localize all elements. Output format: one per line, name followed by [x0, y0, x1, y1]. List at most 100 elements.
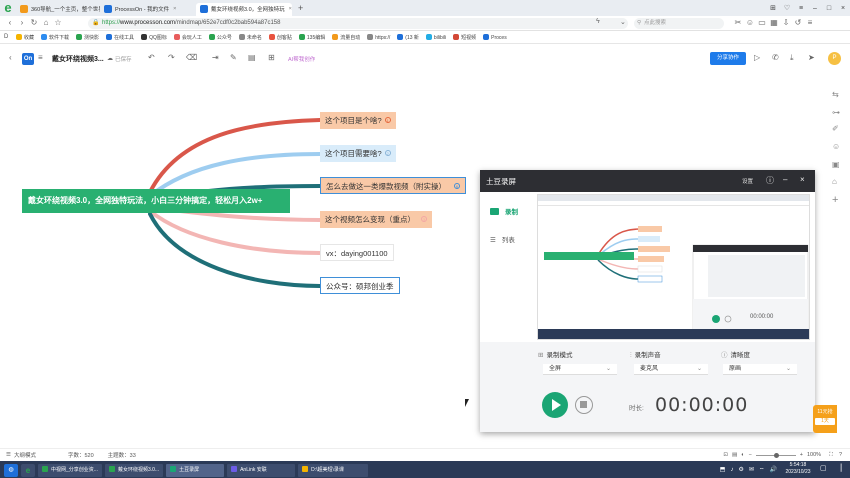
reload-icon[interactable]: ↻ — [28, 18, 40, 27]
bookmark-item[interactable]: 短视频 — [453, 33, 476, 41]
dropdown-chevron-icon[interactable]: ⌄ — [620, 18, 626, 26]
image-insert-icon[interactable]: ▣ — [832, 160, 840, 169]
structure-icon[interactable]: ⊶ — [832, 108, 840, 117]
lightning-icon[interactable]: ϟ — [596, 18, 600, 25]
forward-icon[interactable]: › — [16, 18, 28, 27]
format-painter-icon[interactable]: ⌫ — [186, 53, 197, 62]
add-icon[interactable]: + — [832, 194, 838, 206]
zoom-level[interactable]: 100% — [807, 452, 821, 458]
show-desktop-icon[interactable]: ▕ — [836, 464, 841, 472]
bookmark-item[interactable]: 软件下载 — [41, 33, 69, 41]
recorder-titlebar[interactable]: 土豆录屏 设置 ⓘ – × — [480, 170, 815, 192]
redo-icon[interactable]: ↷ — [168, 53, 175, 62]
processon-logo[interactable]: On — [22, 53, 34, 65]
url-input[interactable]: 🔒 https://www.processon.com/mindmap/652e… — [88, 18, 628, 29]
play-presentation-icon[interactable]: ▷ — [754, 53, 760, 62]
browser-tab-1[interactable]: 360导航_一个主页，整个世界 — [16, 3, 100, 16]
start-menu-icon[interactable]: ◍ — [4, 464, 18, 477]
hamburger-menu-icon[interactable]: ≡ — [38, 53, 43, 62]
back-icon[interactable]: ‹ — [4, 18, 16, 27]
minimize-icon[interactable]: – — [783, 175, 787, 184]
ai-create-button[interactable]: AI帮我创作 — [288, 55, 315, 63]
download-icon[interactable]: ⤓ — [790, 53, 794, 63]
undo-icon[interactable]: ↶ — [148, 53, 155, 62]
fullscreen-icon[interactable]: ⛶ — [829, 452, 833, 459]
extension-icon[interactable]: ✂ — [732, 18, 744, 27]
game-icon[interactable]: ☺ — [744, 18, 756, 27]
help-icon[interactable]: ⓘ — [766, 175, 774, 186]
minimap-icon[interactable]: ▤ — [732, 452, 737, 458]
search-input[interactable]: ⚲ 点此搜索 — [634, 18, 724, 29]
avatar[interactable]: P — [828, 52, 841, 65]
topic-count-badge[interactable]: 6 — [454, 183, 460, 189]
sidebar-toggle-icon[interactable]: D — [4, 34, 12, 40]
browser-taskbar-icon[interactable]: e — [21, 464, 35, 477]
bookmark-item[interactable]: QQ图标 — [141, 33, 167, 41]
taskbar-app-4[interactable]: AnLink 安联 — [227, 464, 296, 477]
tray-icon[interactable]: ⬒ — [720, 466, 726, 473]
bookmark-item[interactable]: 流量自动 — [332, 33, 360, 41]
recorder-tab-record[interactable]: 录制 — [490, 206, 518, 216]
send-icon[interactable]: ➤ — [808, 53, 815, 62]
help-icon[interactable]: ? — [839, 452, 842, 458]
minimize-icon[interactable]: – — [808, 5, 822, 12]
bookmark-item[interactable]: 135编辑 — [298, 33, 325, 41]
topic-count-badge[interactable]: 1 — [384, 117, 391, 123]
root-topic[interactable]: 戴女环绕视频3.0，全网独特玩法，小白三分钟搞定，轻松月入2w+ — [22, 189, 290, 213]
bookmark-item[interactable]: 测快影 — [76, 33, 99, 41]
outline-mode-label[interactable]: 大纲模式 — [14, 451, 36, 459]
notification-icon[interactable]: ▢ — [820, 464, 827, 472]
tray-icon[interactable]: ✉ — [749, 466, 754, 473]
bookmark-item[interactable]: 在线工具 — [106, 33, 134, 41]
document-title[interactable]: 戴女环绕视频3... — [52, 54, 104, 64]
more-icon[interactable]: ≡ — [804, 18, 816, 27]
vpn-icon[interactable]: ⊞ — [766, 4, 780, 12]
topic-count-badge[interactable]: 2 — [384, 150, 391, 156]
record-mode-select[interactable]: 全屏 ⌄ — [543, 364, 617, 375]
branch-topic-5[interactable]: vx：daying001100 — [320, 244, 394, 261]
quality-select[interactable]: 原画 ⌄ — [723, 364, 797, 375]
comment-icon[interactable]: ✆ — [772, 53, 779, 62]
system-clock[interactable]: 5:54:18 2023/10/23 — [780, 462, 816, 476]
close-icon[interactable]: × — [800, 175, 805, 184]
topic-count-badge[interactable]: 3 — [421, 216, 427, 222]
fit-screen-icon[interactable]: ⊡ — [723, 452, 728, 458]
outline-icon[interactable]: ☰ — [6, 452, 11, 458]
taskbar-app-3[interactable]: 土豆录屏 — [166, 464, 225, 477]
icon-library-icon[interactable]: ☺ — [832, 142, 840, 151]
back-arrow-icon[interactable]: ‹ — [9, 53, 12, 62]
branch-topic-1[interactable]: 这个项目是个啥? 1 — [320, 112, 396, 129]
tray-icon[interactable]: ⚙ — [738, 466, 743, 473]
bookmark-item[interactable]: https:// — [367, 33, 390, 41]
bookmark-item[interactable]: 收藏 — [16, 33, 34, 41]
browser-tab-3[interactable]: 戴女环绕视频3.0，全网独特玩 × — [196, 2, 292, 16]
branch-topic-2[interactable]: 这个项目需要啥? 2 — [320, 145, 396, 162]
promo-float-badge[interactable]: 11元抢 1天 — [813, 405, 837, 433]
bookmark-item[interactable]: bilibili — [425, 33, 446, 41]
theme-icon[interactable]: ◐ — [741, 452, 744, 458]
recorder-tab-list[interactable]: ☰ 列表 — [490, 234, 515, 244]
pen-icon[interactable]: ✎ — [230, 53, 237, 62]
bookmark-item[interactable]: 会玩人工 — [173, 33, 202, 41]
bookmark-item[interactable]: 未命名 — [238, 33, 262, 41]
layout-icon[interactable]: ⊞ — [268, 53, 275, 62]
history-icon[interactable]: ↺ — [792, 18, 804, 27]
recorder-settings-button[interactable]: 设置 — [742, 177, 753, 185]
close-tab-icon[interactable]: × — [289, 6, 292, 12]
image-icon[interactable]: ▤ — [248, 53, 256, 62]
bookmark-item[interactable]: 公众号 — [208, 33, 232, 41]
bookmark-item[interactable]: (13 新 — [397, 33, 419, 41]
skin-icon[interactable]: ♡ — [780, 4, 794, 12]
close-window-icon[interactable]: × — [836, 5, 850, 12]
new-tab-button[interactable]: + — [298, 3, 303, 13]
branch-topic-4[interactable]: 这个视频怎么变现（重点） 3 — [320, 211, 432, 228]
bookmark-item[interactable]: Proces — [483, 33, 507, 41]
home-icon[interactable]: ⌂ — [40, 18, 52, 27]
close-tab-icon[interactable]: × — [173, 6, 176, 12]
insert-topic-icon[interactable]: ⇥ — [212, 53, 219, 62]
taskbar-app-5[interactable]: D:\超美短\录课 — [298, 464, 369, 477]
taskbar-app-1[interactable]: 中视网_分享创业资... — [38, 464, 102, 477]
volume-icon[interactable]: 🔊 — [770, 466, 777, 473]
stop-record-button[interactable] — [575, 396, 593, 414]
tag-icon[interactable]: ⌂ — [832, 177, 837, 186]
